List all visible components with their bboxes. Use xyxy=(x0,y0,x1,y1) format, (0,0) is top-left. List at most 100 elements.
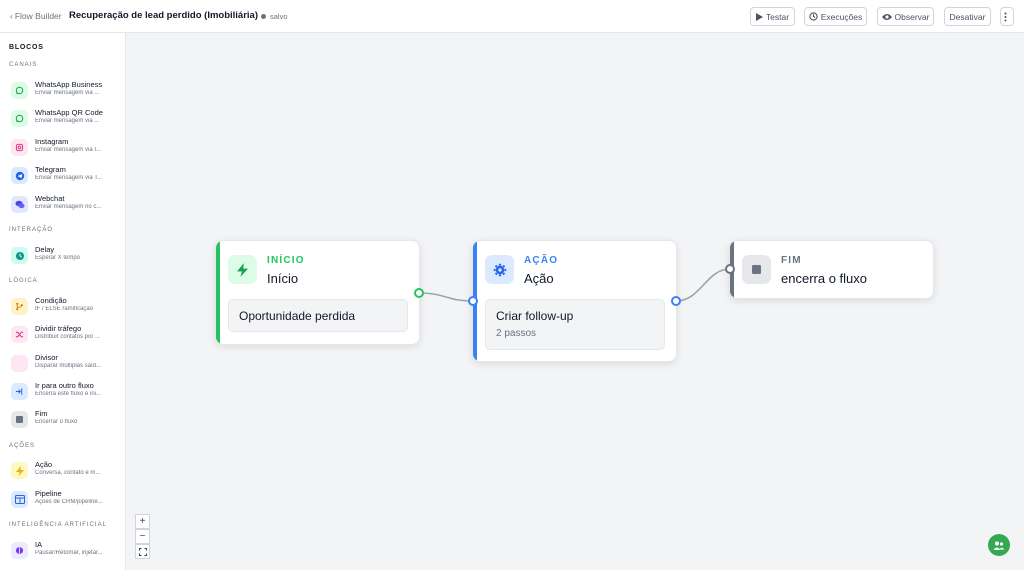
block-name: Condição xyxy=(35,296,67,305)
node-action[interactable]: AÇÃO Ação Criar follow-up 2 passos xyxy=(472,240,677,362)
edge-start-action xyxy=(418,292,474,302)
block-whatsapp-qr[interactable]: WhatsApp QR Code Enviar mensagem via ... xyxy=(11,106,123,130)
start-output-handle[interactable] xyxy=(414,288,424,298)
block-name: WhatsApp Business xyxy=(35,80,103,89)
stop-icon xyxy=(742,255,771,284)
eye-icon xyxy=(881,13,892,20)
section-interaction: INTERAÇÃO xyxy=(9,227,54,233)
test-button[interactable]: Testar xyxy=(750,7,795,26)
play-icon xyxy=(755,12,763,21)
save-status-label: salvo xyxy=(270,12,288,21)
zoom-in-button[interactable]: + xyxy=(135,514,150,529)
node-accent-bar xyxy=(216,241,220,344)
deactivate-button-label: Desativar xyxy=(949,11,986,22)
action-output-handle[interactable] xyxy=(671,296,681,306)
block-split-traffic[interactable]: Dividir tráfego Distribuir contatos por … xyxy=(11,322,123,346)
block-desc: Enviar mensagem via ... xyxy=(35,90,100,96)
zoom-in-label: + xyxy=(139,516,146,527)
node-end[interactable]: FIM encerra o fluxo xyxy=(729,240,934,299)
divider-icon xyxy=(11,355,28,372)
block-condition[interactable]: Condição IF / ELSE ramificação xyxy=(11,294,123,318)
blocks-sidebar: BLOCOS CANAIS WhatsApp Business Enviar m… xyxy=(0,33,126,570)
node-label: encerra o fluxo xyxy=(781,271,867,286)
section-channels: CANAIS xyxy=(9,62,38,68)
block-whatsapp-business[interactable]: WhatsApp Business Enviar mensagem via ..… xyxy=(11,78,123,102)
gear-icon xyxy=(485,255,514,284)
block-name: Ação xyxy=(35,460,53,469)
whatsapp-icon xyxy=(11,82,28,99)
executions-button-label: Execuções xyxy=(820,11,863,22)
save-status: salvo xyxy=(261,12,288,21)
block-name: Divisor xyxy=(35,353,58,362)
block-name: Telegram xyxy=(35,165,66,174)
zoom-out-button[interactable]: − xyxy=(135,529,150,544)
executions-button[interactable]: Execuções xyxy=(804,7,867,26)
node-start[interactable]: INÍCIO Início Oportunidade perdida xyxy=(215,240,420,345)
block-desc: Enviar mensagem via I... xyxy=(35,147,102,153)
status-dot xyxy=(261,14,266,19)
observe-button-label: Observar xyxy=(894,11,930,22)
trigger-card[interactable]: Oportunidade perdida xyxy=(228,299,408,332)
block-telegram[interactable]: Telegram Enviar mensagem via T... xyxy=(11,163,123,187)
action-input-handle[interactable] xyxy=(468,296,478,306)
block-name: Fim xyxy=(35,409,48,418)
block-name: Instagram xyxy=(35,137,69,146)
stop-icon xyxy=(11,411,28,428)
history-icon xyxy=(809,12,818,21)
login-arrow-icon xyxy=(11,383,28,400)
block-webchat[interactable]: Webchat Enviar mensagem no c... xyxy=(11,192,123,216)
block-name: Webchat xyxy=(35,194,65,203)
team-button[interactable] xyxy=(988,534,1010,556)
block-delay[interactable]: Delay Esperar X tempo xyxy=(11,243,123,267)
node-kind: FIM xyxy=(781,255,802,266)
block-desc: Esperar X tempo xyxy=(35,255,81,261)
node-label: Ação xyxy=(524,271,554,286)
block-desc: Enviar mensagem via ... xyxy=(35,118,100,124)
block-desc: Ações de CRM/pipeline... xyxy=(35,499,103,505)
back-label: Flow Builder xyxy=(14,11,62,21)
flow-canvas[interactable]: INÍCIO Início Oportunidade perdida AÇÃO … xyxy=(126,33,1024,570)
block-instagram[interactable]: Instagram Enviar mensagem via I... xyxy=(11,135,123,159)
block-desc: Enviar mensagem via T... xyxy=(35,175,103,181)
block-desc: Pausar/Retomar, injetar... xyxy=(35,550,103,556)
action-card[interactable]: Criar follow-up 2 passos xyxy=(485,299,665,350)
block-desc: IF / ELSE ramificação xyxy=(35,306,94,312)
bolt-icon xyxy=(11,462,28,479)
brain-icon xyxy=(11,542,28,559)
block-ai[interactable]: IA Pausar/Retomar, injetar... xyxy=(11,538,123,562)
block-divider[interactable]: Divisor Disparar múltiplas saíd... xyxy=(11,351,123,375)
bolt-icon xyxy=(228,255,257,284)
fit-view-icon xyxy=(138,547,147,556)
block-pipeline[interactable]: Pipeline Ações de CRM/pipeline... xyxy=(11,487,123,511)
fit-view-button[interactable] xyxy=(135,544,150,559)
observe-button[interactable]: Observar xyxy=(877,7,934,26)
block-desc: Encerra este fluxo e ini... xyxy=(35,391,102,397)
block-desc: Disparar múltiplas saíd... xyxy=(35,363,102,369)
block-desc: Enviar mensagem no c... xyxy=(35,204,102,210)
section-actions: AÇÕES xyxy=(9,443,36,449)
block-desc: Distribuir contatos por ... xyxy=(35,334,101,340)
clock-icon xyxy=(11,247,28,264)
block-desc: Encerrar o fluxo xyxy=(35,419,78,425)
chat-bubbles-icon xyxy=(11,196,28,213)
instagram-icon xyxy=(11,139,28,156)
branch-icon xyxy=(11,298,28,315)
block-desc: Conversa, contato e m... xyxy=(35,470,101,476)
more-menu-button[interactable] xyxy=(1000,7,1014,26)
block-name: Ir para outro fluxo xyxy=(35,381,94,390)
block-name: WhatsApp QR Code xyxy=(35,108,103,117)
zoom-out-label: − xyxy=(139,531,146,542)
chevron-left-icon: ‹ xyxy=(10,11,13,21)
block-name: Delay xyxy=(35,245,55,254)
block-end[interactable]: Fim Encerrar o fluxo xyxy=(11,407,123,431)
end-input-handle[interactable] xyxy=(725,264,735,274)
section-ai: INTELIGÊNCIA ARTIFICIAL xyxy=(9,522,107,528)
deactivate-button[interactable]: Desativar xyxy=(944,7,991,26)
block-action[interactable]: Ação Conversa, contato e m... xyxy=(11,458,123,482)
trigger-title: Oportunidade perdida xyxy=(239,309,356,323)
users-icon xyxy=(993,541,1005,550)
sidebar-heading: BLOCOS xyxy=(9,44,44,51)
test-button-label: Testar xyxy=(765,11,790,22)
block-goto-flow[interactable]: Ir para outro fluxo Encerra este fluxo e… xyxy=(11,379,123,403)
back-link[interactable]: ‹ Flow Builder xyxy=(10,11,62,21)
